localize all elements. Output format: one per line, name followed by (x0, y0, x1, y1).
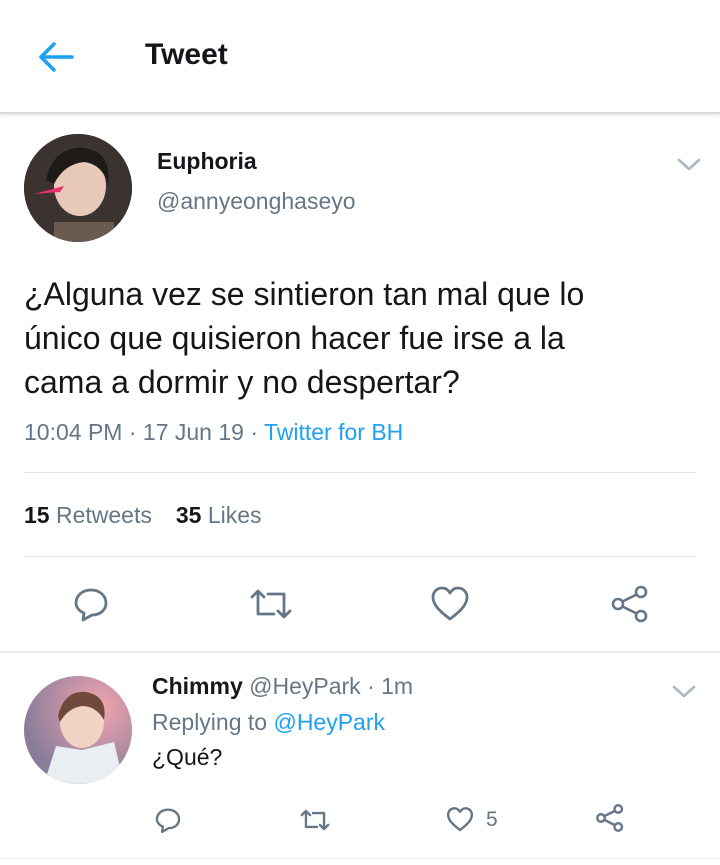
reply-reply-button[interactable] (154, 806, 182, 834)
likes-stat[interactable]: 35 Likes (176, 502, 262, 528)
replying-to: Replying to @HeyPark (152, 709, 385, 736)
retweets-count: 15 (24, 502, 50, 528)
reply-retweet-button[interactable] (299, 807, 331, 833)
replying-to-mention[interactable]: @HeyPark (273, 709, 385, 735)
retweets-label: Retweets (55, 502, 152, 528)
likes-count: 35 (175, 502, 202, 528)
meta-separator: · (122, 419, 143, 445)
heart-icon (431, 586, 469, 621)
share-icon (611, 585, 648, 623)
tweet-time: 10:04 PM (24, 419, 123, 445)
retweets-stat[interactable]: 15 Retweets (24, 502, 152, 528)
reply-like-button[interactable] (446, 806, 474, 833)
tweet-date: 17 Jun 19 (142, 419, 244, 445)
share-button[interactable] (610, 584, 650, 624)
avatar[interactable] (24, 134, 132, 242)
divider (24, 472, 696, 473)
reply-text: ¿Qué? (152, 744, 223, 770)
tweet-menu-button[interactable] (676, 156, 702, 174)
like-button[interactable] (430, 585, 470, 623)
retweet-icon (250, 589, 292, 619)
chevron-down-icon (672, 685, 696, 698)
tweet-source-link[interactable]: Twitter for BH (264, 419, 403, 445)
reply-icon (155, 808, 181, 833)
author-name[interactable]: Euphoria (157, 148, 257, 175)
likes-label: Likes (207, 502, 262, 528)
arrow-left-icon (39, 42, 74, 72)
page-title: Tweet (145, 38, 228, 71)
reply-menu-button[interactable] (671, 683, 697, 701)
divider (24, 556, 696, 557)
replying-prefix: Replying to (152, 709, 268, 735)
reply-share-button[interactable] (595, 803, 625, 833)
reply-button[interactable] (72, 585, 110, 623)
tweet-stats: 15 Retweets 35 Likes (24, 502, 262, 529)
tweet-text: ¿Alguna vez se sintieron tan mal que lo … (24, 272, 696, 404)
reply-icon (74, 588, 108, 622)
meta-separator: · (243, 419, 264, 445)
author-handle[interactable]: @annyeonghaseyo (157, 188, 356, 215)
reply-like-count: 5 (486, 808, 498, 831)
share-icon (596, 804, 624, 832)
tweet-text-line: ¿Alguna vez se sintieron tan mal que lo (24, 276, 585, 312)
chevron-down-icon (677, 158, 701, 171)
avatar[interactable] (24, 676, 132, 784)
reply-author-name[interactable]: Chimmy (152, 673, 243, 699)
heart-icon (446, 807, 474, 832)
back-button[interactable] (36, 38, 76, 76)
reply-author-handle[interactable]: @HeyPark (249, 673, 361, 699)
divider (0, 858, 720, 859)
tweet-meta: 10:04 PM · 17 Jun 19 · Twitter for BH (24, 419, 403, 446)
reply-time: 1m (381, 673, 414, 699)
top-bar: Tweet (0, 0, 720, 114)
retweet-icon (300, 809, 330, 831)
tweet-text-line: único que quisieron hacer fue irse a la (24, 320, 565, 356)
retweet-button[interactable] (248, 586, 294, 622)
divider (0, 651, 720, 653)
meta-separator: · (360, 673, 382, 699)
reply-header: Chimmy @HeyPark · 1m (152, 673, 413, 700)
tweet-text-line: cama a dormir y no despertar? (24, 364, 460, 400)
